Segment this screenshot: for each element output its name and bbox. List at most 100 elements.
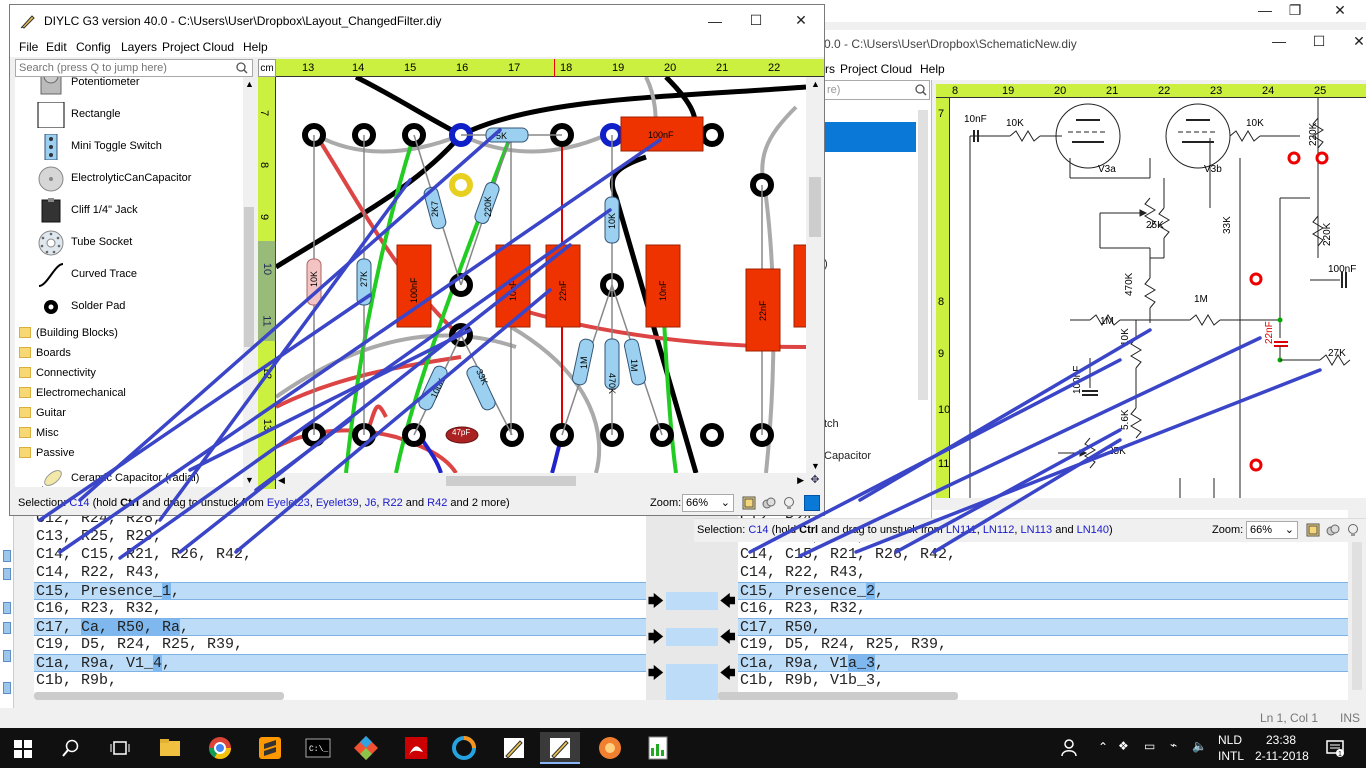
diff-line[interactable]: C15, Presence_1,: [34, 582, 646, 600]
diylc-taskbar-icon[interactable]: [494, 732, 534, 764]
battery-icon[interactable]: ▭: [1144, 739, 1155, 753]
cloud-icon[interactable]: [762, 496, 776, 510]
scroll-thumb[interactable]: [809, 177, 821, 237]
diff-line[interactable]: C1a, R9a, V1_4,: [34, 654, 646, 672]
merge-right-arrow-icon[interactable]: 🡆: [648, 627, 664, 652]
unstuck-link[interactable]: Eyelet39: [316, 497, 359, 509]
tray-chevron-icon[interactable]: ⌃: [1098, 740, 1108, 754]
right-hscroll[interactable]: [718, 692, 958, 700]
notifications-icon[interactable]: 1: [1326, 739, 1344, 757]
folder-connectivity[interactable]: Connectivity: [15, 363, 243, 383]
component-list[interactable]: Potentiometer Rectangle Mini Toggle Swit…: [15, 77, 243, 487]
diff-line[interactable]: C1b, R9b,: [34, 672, 646, 690]
windows-start-icon[interactable]: [14, 740, 32, 758]
folder-passive[interactable]: Passive: [15, 443, 243, 463]
clock-date[interactable]: 2-11-2018: [1255, 749, 1309, 763]
volume-icon[interactable]: 🔈: [1192, 739, 1207, 753]
diff-line[interactable]: C14, R22, R43,: [34, 564, 646, 582]
component-tube-socket[interactable]: Tube Socket: [15, 227, 243, 259]
selection-link[interactable]: C14: [748, 524, 768, 536]
folder-guitar[interactable]: Guitar: [15, 403, 243, 423]
scroll-right-icon[interactable]: ▶: [797, 475, 804, 486]
layout-canvas[interactable]: 13 14 15 16 17 18 19 20 21 22 7 8 9 10 1…: [258, 59, 824, 489]
scroll-down-icon[interactable]: ▼: [811, 461, 820, 471]
wifi-icon[interactable]: ⌁: [1170, 738, 1177, 752]
search-icon[interactable]: [915, 84, 927, 96]
media-player-icon[interactable]: [590, 732, 630, 764]
selected-category[interactable]: [824, 122, 916, 152]
search-icon[interactable]: [62, 739, 80, 757]
merge-left-arrow-icon[interactable]: 🡄: [720, 663, 736, 688]
menu-layers[interactable]: rs: [825, 62, 835, 76]
unstuck-link[interactable]: R42: [427, 497, 447, 509]
diff-line[interactable]: C16, R23, R32,: [738, 600, 1348, 618]
sync-icon[interactable]: [444, 732, 484, 764]
menu-help[interactable]: Help: [243, 40, 268, 54]
unstuck-link[interactable]: LN111: [946, 524, 977, 536]
canvas-vscroll[interactable]: ▲ ▼: [806, 77, 824, 473]
git-kraken-icon[interactable]: [346, 732, 386, 764]
task-view-icon[interactable]: [110, 739, 130, 757]
diff-line[interactable]: C1a, R9a, V1a_3,: [738, 654, 1348, 672]
component-rectangle[interactable]: Rectangle: [15, 99, 243, 131]
merge-left-arrow-icon[interactable]: 🡄: [720, 591, 736, 616]
export-image-icon[interactable]: [1306, 523, 1320, 537]
menu-edit[interactable]: Edit: [46, 40, 67, 54]
minimize-icon[interactable]: —: [700, 13, 730, 29]
scroll-thumb[interactable]: [244, 207, 254, 347]
unstuck-link[interactable]: LN140: [1077, 524, 1109, 536]
panel-scrollbar[interactable]: [918, 110, 928, 400]
menu-project-cloud[interactable]: Project Cloud: [840, 62, 912, 76]
zoom-select[interactable]: 66% ⌄: [1246, 521, 1298, 539]
diff-line[interactable]: C17, Ca, R50, Ra,: [34, 618, 646, 636]
diff-marker[interactable]: [3, 682, 11, 694]
diff-line[interactable]: C19, D5, R24, R25, R39,: [738, 636, 1348, 654]
diff-line[interactable]: C16, R23, R32,: [34, 600, 646, 618]
merge-left-arrow-icon[interactable]: 🡄: [720, 627, 736, 652]
scroll-up-icon[interactable]: ▲: [245, 79, 254, 89]
diylc-taskbar-icon-active[interactable]: [540, 732, 580, 764]
folder-misc[interactable]: Misc: [15, 423, 243, 443]
file-explorer-icon[interactable]: [150, 732, 190, 764]
diff-line[interactable]: C14, R22, R43,: [738, 564, 1348, 582]
component-ceramic-capacitor-radial[interactable]: Ceramic Capacitor (radial): [15, 463, 243, 487]
maximize-icon[interactable]: ☐: [1304, 33, 1334, 50]
bulb-icon[interactable]: [1346, 523, 1360, 537]
selection-link[interactable]: C14: [69, 497, 89, 509]
diff-marker[interactable]: [3, 622, 11, 634]
terminal-icon[interactable]: C:\_: [298, 732, 338, 764]
diff-line[interactable]: C19, D5, R24, R25, R39,: [34, 636, 646, 654]
merge-right-arrow-icon[interactable]: 🡆: [648, 591, 664, 616]
ruler-unit-toggle[interactable]: cm: [258, 59, 276, 77]
pan-icon[interactable]: ✥: [806, 473, 824, 489]
diff-line[interactable]: C14, C15, R21, R26, R42,: [34, 546, 646, 564]
scroll-up-icon[interactable]: ▲: [811, 79, 820, 89]
diff-line[interactable]: C15, Presence_2,: [738, 582, 1348, 600]
bulb-icon[interactable]: [782, 496, 796, 510]
component-list-scrollbar[interactable]: ▲ ▼: [243, 77, 255, 487]
menu-config[interactable]: Config: [76, 40, 111, 54]
input-language[interactable]: NLD: [1218, 733, 1242, 747]
left-hscroll[interactable]: [34, 692, 284, 700]
diff-vscroll[interactable]: [1352, 540, 1362, 690]
export-image-icon[interactable]: [742, 496, 756, 510]
component-solder-pad[interactable]: Solder Pad: [15, 291, 243, 323]
folder-boards[interactable]: Boards: [15, 343, 243, 363]
search-icon[interactable]: [236, 62, 248, 74]
unstuck-link[interactable]: LN112: [983, 524, 1015, 536]
diff-marker[interactable]: [3, 568, 11, 580]
input-layout[interactable]: INTL: [1218, 749, 1244, 763]
canvas-hscroll[interactable]: ◀ ▶: [276, 473, 806, 489]
menu-project-cloud[interactable]: Project Cloud: [162, 40, 234, 54]
people-icon[interactable]: [1060, 738, 1078, 758]
close-icon[interactable]: ✕: [1344, 33, 1366, 50]
unstuck-link[interactable]: J6: [365, 497, 377, 509]
diff-marker[interactable]: [3, 550, 11, 562]
unstuck-link[interactable]: R22: [383, 497, 403, 509]
layout-board[interactable]: 5K 100nF 47pF 2K7 220K 10K 10K 27K 100nF…: [274, 74, 809, 475]
folder-electromechanical[interactable]: Electromechanical: [15, 383, 243, 403]
scroll-thumb[interactable]: [446, 476, 576, 486]
component-electrolytic-can-capacitor[interactable]: ElectrolyticCanCapacitor: [15, 163, 243, 195]
component-mini-toggle-switch[interactable]: Mini Toggle Switch: [15, 131, 243, 163]
unstuck-link[interactable]: LN113: [1021, 524, 1053, 536]
